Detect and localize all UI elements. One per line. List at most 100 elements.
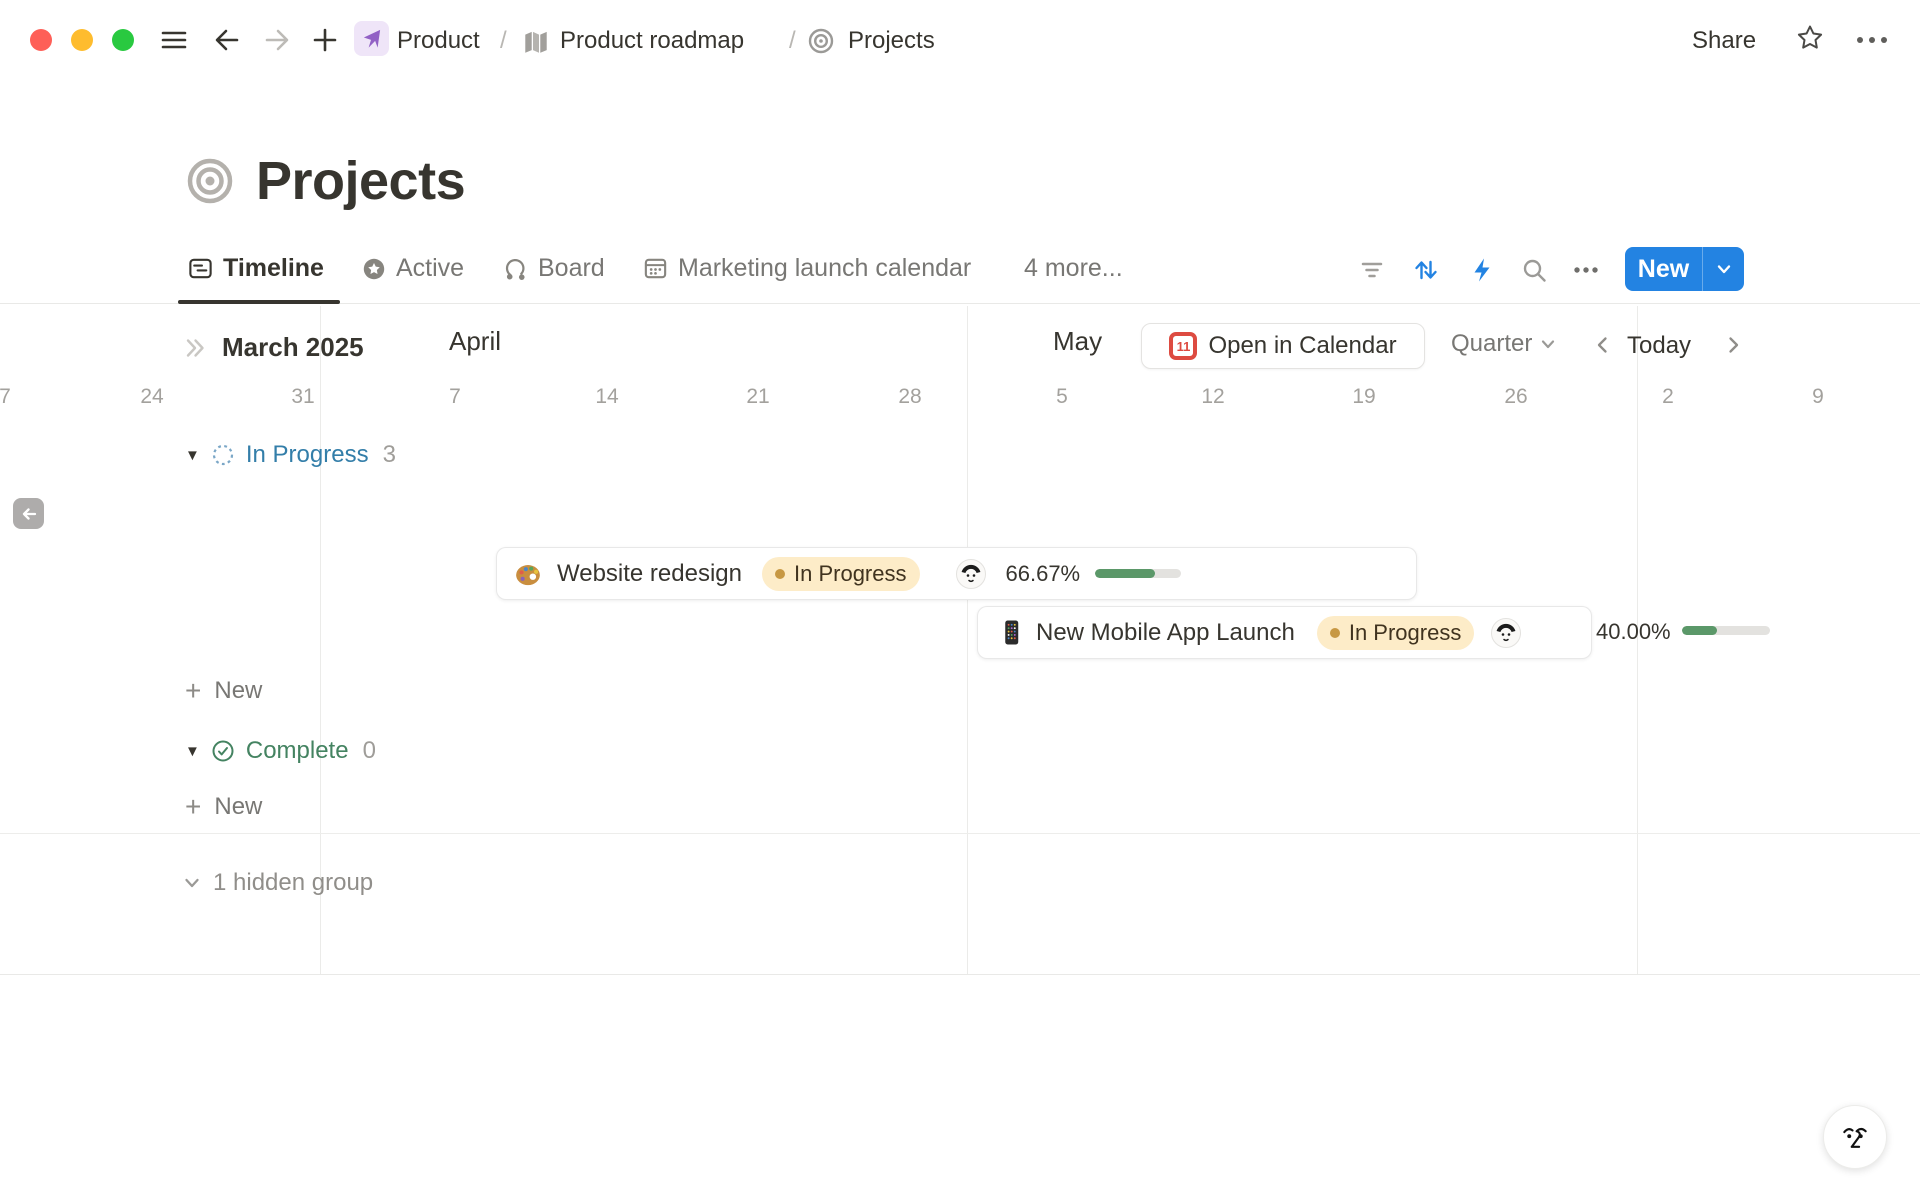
card-title: New Mobile App Launch bbox=[1036, 619, 1295, 647]
new-button-dropdown[interactable] bbox=[1703, 258, 1744, 280]
active-tab-underline bbox=[178, 300, 340, 304]
in-progress-dashed-circle-icon bbox=[211, 443, 235, 467]
back-icon[interactable] bbox=[211, 24, 243, 56]
collapse-caret-icon[interactable]: ▼ bbox=[185, 447, 200, 464]
status-badge: In Progress bbox=[1317, 616, 1475, 650]
new-label: New bbox=[214, 793, 262, 821]
week-tick: 7 bbox=[0, 385, 11, 409]
breadcrumb-product[interactable]: Product bbox=[397, 27, 480, 55]
group-header-complete[interactable]: ▼ Complete 0 bbox=[185, 737, 376, 765]
status-dot-icon bbox=[1330, 628, 1340, 638]
view-tabs-bar: Timeline Active Board Marketing launch c… bbox=[0, 240, 1920, 306]
sort-icon[interactable] bbox=[1412, 256, 1440, 284]
breadcrumb-roadmap[interactable]: Product roadmap bbox=[560, 27, 744, 55]
hidden-group-toggle[interactable]: 1 hidden group bbox=[181, 869, 373, 897]
progress-bar bbox=[1095, 569, 1181, 578]
timeline-view: March 2025 April May 11 Open in Calendar… bbox=[0, 306, 1920, 975]
zoom-level-value: Quarter bbox=[1451, 330, 1532, 358]
tab-label: Marketing launch calendar bbox=[678, 254, 971, 283]
timeline-zoom-select[interactable]: Quarter bbox=[1451, 330, 1558, 358]
dart-icon bbox=[360, 27, 383, 50]
week-tick: 21 bbox=[746, 385, 769, 409]
week-tick: 28 bbox=[898, 385, 921, 409]
palette-emoji-icon bbox=[514, 560, 542, 588]
add-new-item-button[interactable]: + New bbox=[185, 677, 262, 705]
status-label: In Progress bbox=[1349, 620, 1462, 646]
week-tick: 26 bbox=[1504, 385, 1527, 409]
group-header-in-progress[interactable]: ▼ In Progress 3 bbox=[185, 441, 396, 469]
open-in-calendar-label: Open in Calendar bbox=[1208, 332, 1396, 360]
month-gridline bbox=[967, 306, 968, 974]
sidebar-toggle-icon[interactable] bbox=[158, 24, 190, 56]
page-icon-bullseye[interactable] bbox=[186, 157, 234, 205]
new-button-label: New bbox=[1625, 255, 1702, 284]
more-options-icon[interactable] bbox=[1854, 28, 1890, 52]
scroll-to-item-button[interactable] bbox=[13, 498, 44, 529]
status-badge: In Progress bbox=[762, 557, 920, 591]
forward-icon[interactable] bbox=[261, 24, 293, 56]
calendar-view-icon bbox=[642, 255, 669, 282]
today-button[interactable]: Today bbox=[1627, 332, 1691, 360]
open-in-calendar-button[interactable]: 11 Open in Calendar bbox=[1141, 323, 1425, 369]
favorite-star-icon[interactable] bbox=[1795, 23, 1825, 53]
chevron-down-icon bbox=[181, 872, 203, 894]
arrow-left-icon bbox=[19, 504, 39, 524]
ai-face-icon bbox=[1832, 1114, 1878, 1160]
assignee-avatar bbox=[1491, 618, 1521, 648]
tab-label: Board bbox=[538, 254, 605, 283]
week-tick: 24 bbox=[140, 385, 163, 409]
board-view-icon bbox=[502, 255, 529, 282]
breadcrumb-separator: / bbox=[789, 27, 796, 55]
window-titlebar: Product / Product roadmap / Projects Sha… bbox=[0, 0, 1920, 80]
page-header: Projects bbox=[186, 150, 465, 212]
fullscreen-button[interactable] bbox=[112, 29, 134, 51]
tabs-more-button[interactable]: 4 more... bbox=[1024, 254, 1123, 283]
section-divider bbox=[0, 833, 1920, 834]
progress-bar-fill bbox=[1095, 569, 1155, 578]
group-count: 0 bbox=[363, 737, 376, 765]
tab-active[interactable]: Active bbox=[361, 254, 464, 283]
tabs-more-label: 4 more... bbox=[1024, 254, 1123, 283]
page-title[interactable]: Projects bbox=[256, 150, 465, 212]
week-tick: 14 bbox=[595, 385, 618, 409]
view-options-icon[interactable] bbox=[1572, 256, 1600, 284]
prev-period-icon[interactable] bbox=[1592, 334, 1614, 356]
timeline-card-website-redesign[interactable]: Website redesign In Progress 66.67% bbox=[496, 547, 1417, 600]
filter-icon[interactable] bbox=[1358, 256, 1386, 284]
breadcrumb-current[interactable]: Projects bbox=[848, 27, 935, 55]
share-button[interactable]: Share bbox=[1692, 27, 1756, 55]
new-button[interactable]: New bbox=[1625, 247, 1744, 291]
timeline-view-icon bbox=[187, 255, 214, 282]
search-icon[interactable] bbox=[1520, 256, 1548, 284]
breadcrumb-separator: / bbox=[500, 27, 507, 55]
tab-marketing-calendar[interactable]: Marketing launch calendar bbox=[642, 254, 971, 283]
group-label: Complete bbox=[246, 737, 349, 765]
month-label: May bbox=[1053, 326, 1102, 357]
close-button[interactable] bbox=[30, 29, 52, 51]
chevron-down-icon bbox=[1538, 334, 1558, 354]
group-count: 3 bbox=[383, 441, 396, 469]
timeline-card-mobile-app-launch[interactable]: New Mobile App Launch In Progress bbox=[977, 606, 1592, 659]
roadmap-map-icon bbox=[521, 26, 551, 56]
ai-assistant-button[interactable] bbox=[1823, 1105, 1887, 1169]
mobile-phone-emoji-icon bbox=[999, 619, 1024, 646]
week-tick: 31 bbox=[291, 385, 314, 409]
new-tab-icon[interactable] bbox=[309, 24, 341, 56]
progress-percent: 66.67% bbox=[1006, 561, 1081, 587]
calendar-red-icon: 11 bbox=[1169, 332, 1197, 360]
automation-lightning-icon[interactable] bbox=[1468, 256, 1496, 284]
week-tick: 12 bbox=[1201, 385, 1224, 409]
next-period-icon[interactable] bbox=[1722, 334, 1744, 356]
week-tick: 9 bbox=[1812, 385, 1824, 409]
product-teamspace-icon[interactable] bbox=[354, 21, 389, 56]
tab-board[interactable]: Board bbox=[502, 254, 605, 283]
week-tick: 5 bbox=[1056, 385, 1068, 409]
scroll-forward-icon[interactable] bbox=[183, 336, 207, 360]
collapse-caret-icon[interactable]: ▼ bbox=[185, 743, 200, 760]
new-label: New bbox=[214, 677, 262, 705]
minimize-button[interactable] bbox=[71, 29, 93, 51]
week-tick: 7 bbox=[449, 385, 461, 409]
status-label: In Progress bbox=[794, 561, 907, 587]
add-new-item-button[interactable]: + New bbox=[185, 793, 262, 821]
tab-timeline[interactable]: Timeline bbox=[187, 254, 324, 283]
